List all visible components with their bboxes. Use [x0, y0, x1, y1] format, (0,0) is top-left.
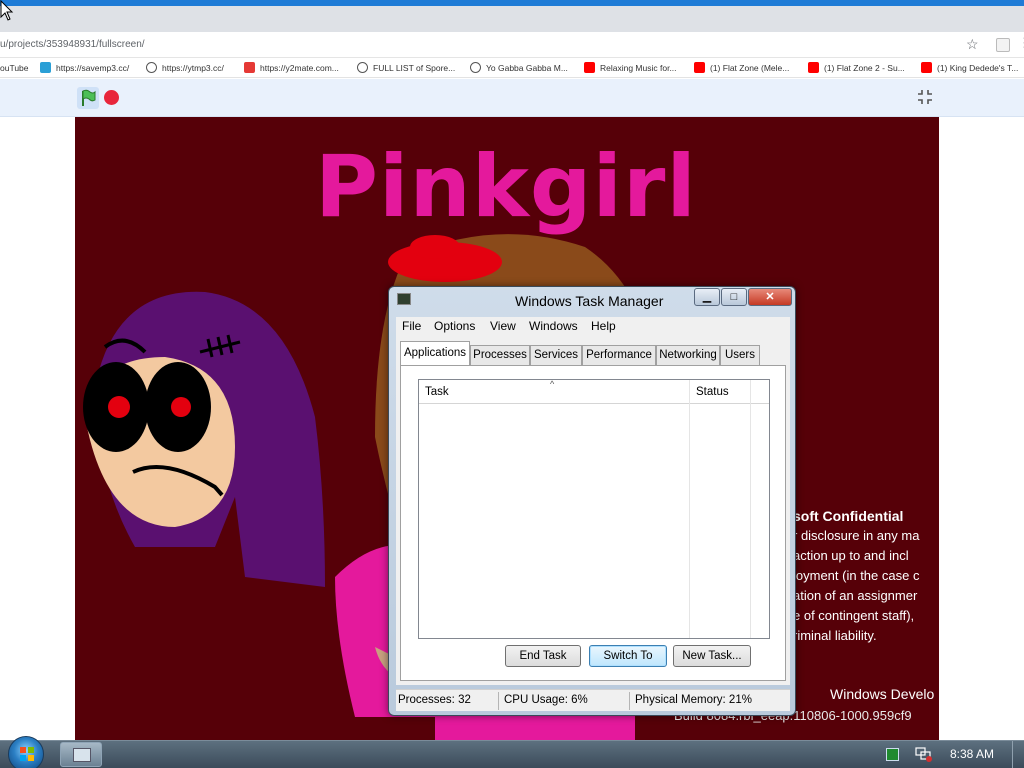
- bookmark-label: https://y2mate.com...: [260, 63, 339, 73]
- menu-bar: File Options View Windows Help: [396, 317, 790, 335]
- tray-app-icon[interactable]: [886, 748, 899, 761]
- youtube-icon: [921, 62, 932, 73]
- status-processes: Processes: 32: [398, 694, 471, 706]
- bookmark-label: (1) Flat Zone (Mele...: [710, 63, 790, 73]
- bookmark-label: https://savemp3.cc/: [56, 63, 130, 73]
- task-manager-icon: [73, 748, 91, 762]
- url-text[interactable]: u/projects/353948931/fullscreen/: [0, 39, 145, 50]
- project-toolbar: [0, 79, 1024, 117]
- status-divider: [629, 692, 630, 710]
- task-manager-window[interactable]: Windows Task Manager ▁ □ ✕ File Options …: [388, 286, 796, 716]
- column-task[interactable]: Task: [425, 386, 449, 398]
- column-status[interactable]: Status: [696, 386, 729, 398]
- green-flag-icon: [82, 89, 96, 106]
- confidential-title: soft Confidential: [793, 508, 904, 524]
- status-divider: [498, 692, 499, 710]
- end-task-button[interactable]: End Task: [505, 645, 581, 667]
- savemp3-icon: [40, 62, 51, 73]
- start-button[interactable]: [8, 736, 44, 768]
- ytmp3-icon: [146, 62, 157, 73]
- confidential-line: loyment (in the case c: [793, 568, 920, 583]
- tab-performance[interactable]: Performance: [582, 345, 656, 365]
- task-list-header: ^ Task Status: [419, 379, 769, 404]
- y2mate-icon: [244, 62, 255, 73]
- status-bar: Processes: 32 CPU Usage: 6% Physical Mem…: [396, 689, 790, 711]
- confidential-line: ation of an assignmer: [793, 588, 918, 603]
- sort-ascending-icon: ^: [550, 379, 555, 389]
- bookmark-item[interactable]: (1) Flat Zone (Mele...: [694, 61, 789, 75]
- bookmark-item[interactable]: Relaxing Music for...: [584, 61, 677, 75]
- bookmark-item[interactable]: https://savemp3.cc/: [40, 61, 129, 75]
- globe-icon: [357, 62, 368, 73]
- bookmark-label: (1) Flat Zone 2 - Su...: [824, 63, 905, 73]
- bookmark-item[interactable]: FULL LIST of Spore...: [357, 61, 455, 75]
- stop-button[interactable]: [104, 90, 119, 105]
- minimize-button[interactable]: ▁: [694, 288, 720, 306]
- browser-tab-strip: [0, 6, 1024, 32]
- tab-services[interactable]: Services: [530, 345, 582, 365]
- bookmark-label: FULL LIST of Spore...: [373, 63, 456, 73]
- bookmark-label: Relaxing Music for...: [600, 63, 677, 73]
- stage-title: Pinkgirl: [315, 137, 697, 237]
- new-task-button[interactable]: New Task...: [673, 645, 751, 667]
- bookmark-item[interactable]: Yo Gabba Gabba M...: [470, 61, 568, 75]
- close-button[interactable]: ✕: [748, 288, 792, 306]
- mouse-cursor-icon: [0, 0, 14, 21]
- windows-version-watermark: Windows Develo: [830, 686, 935, 702]
- confidential-line: riminal liability.: [793, 628, 877, 643]
- youtube-icon: [808, 62, 819, 73]
- menu-file[interactable]: File: [402, 319, 421, 333]
- taskbar: 8:38 AM: [0, 736, 1024, 768]
- clock[interactable]: 8:38 AM: [950, 747, 994, 761]
- network-icon[interactable]: [914, 746, 932, 762]
- menu-windows[interactable]: Windows: [529, 319, 578, 333]
- address-bar[interactable]: u/projects/353948931/fullscreen/ ☆ ⋮: [0, 32, 1024, 58]
- bookmark-item[interactable]: ouTube: [0, 61, 29, 75]
- screen: u/projects/353948931/fullscreen/ ☆ ⋮ ouT…: [0, 0, 1024, 768]
- column-divider[interactable]: [750, 380, 751, 638]
- tab-applications[interactable]: Applications: [400, 341, 470, 365]
- tab-processes[interactable]: Processes: [470, 345, 530, 365]
- exit-fullscreen-icon[interactable]: [916, 88, 934, 106]
- extension-icon[interactable]: [996, 38, 1010, 52]
- bookmark-label: ouTube: [0, 63, 29, 73]
- confidential-line: action up to and incl: [793, 548, 909, 563]
- status-memory: Physical Memory: 21%: [635, 694, 752, 706]
- status-cpu: CPU Usage: 6%: [504, 694, 588, 706]
- tab-users[interactable]: Users: [720, 345, 760, 365]
- youtube-icon: [694, 62, 705, 73]
- column-divider[interactable]: [689, 380, 690, 638]
- confidential-watermark: soft Confidential r disclosure in any ma…: [793, 506, 939, 646]
- task-manager-body: Applications Processes Services Performa…: [396, 335, 790, 685]
- maximize-button[interactable]: □: [721, 288, 747, 306]
- confidential-line: r disclosure in any ma: [793, 528, 920, 543]
- applications-panel: ^ Task Status End Task Switch To New Tas…: [400, 365, 786, 681]
- windows-logo-icon: [20, 747, 34, 761]
- tab-networking[interactable]: Networking: [656, 345, 720, 365]
- bookmark-label: Yo Gabba Gabba M...: [486, 63, 568, 73]
- menu-view[interactable]: View: [490, 319, 516, 333]
- task-manager-app-icon: [397, 293, 411, 305]
- confidential-line: e of contingent staff),: [793, 608, 915, 623]
- task-list[interactable]: ^ Task Status: [418, 379, 770, 639]
- bookmark-item[interactable]: https://ytmp3.cc/: [146, 61, 224, 75]
- globe-icon: [470, 62, 481, 73]
- show-desktop-button[interactable]: [1012, 741, 1024, 768]
- menu-options[interactable]: Options: [434, 319, 475, 333]
- bookmark-label: (1) King Dedede's T...: [937, 63, 1019, 73]
- green-flag-button[interactable]: [77, 87, 99, 109]
- taskbar-task-manager[interactable]: [60, 742, 102, 767]
- browser-menu-icon[interactable]: ⋮: [1018, 35, 1024, 51]
- youtube-icon: [584, 62, 595, 73]
- bookmark-label: https://ytmp3.cc/: [162, 63, 224, 73]
- bookmark-item[interactable]: (1) Flat Zone 2 - Su...: [808, 61, 905, 75]
- window-title: Windows Task Manager: [515, 293, 664, 309]
- bookmark-item[interactable]: https://y2mate.com...: [244, 61, 339, 75]
- bookmark-star-icon[interactable]: ☆: [966, 36, 979, 53]
- bookmark-item[interactable]: (1) King Dedede's T...: [921, 61, 1018, 75]
- menu-help[interactable]: Help: [591, 319, 616, 333]
- switch-to-button[interactable]: Switch To: [589, 645, 667, 667]
- bookmarks-bar: ouTube https://savemp3.cc/ https://ytmp3…: [0, 58, 1024, 78]
